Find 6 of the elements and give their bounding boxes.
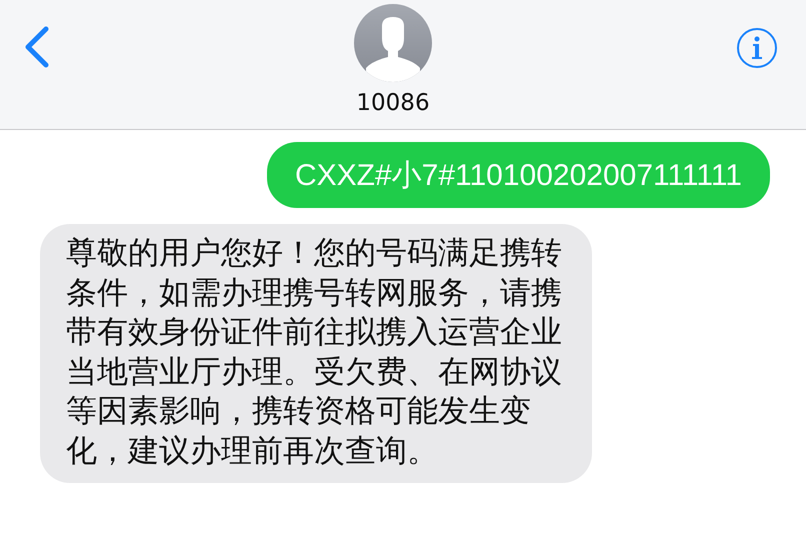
back-icon[interactable] — [24, 26, 50, 68]
info-icon[interactable] — [736, 27, 778, 69]
avatar-icon[interactable] — [354, 4, 432, 82]
received-message-bubble: 尊敬的用户您好！您的号码满足携转条件，如需办理携号转网服务，请携带有效身份证件前往拟携入运营企业当地营业厅办理。受欠费、在网协议等因素影响，携转资格可能发生变化，建议办理前再次查询。 — [40, 224, 592, 483]
sent-message-bubble: CXXZ#小7#110100202007111111 — [266, 142, 770, 208]
contact-name: 10086 — [356, 90, 430, 116]
